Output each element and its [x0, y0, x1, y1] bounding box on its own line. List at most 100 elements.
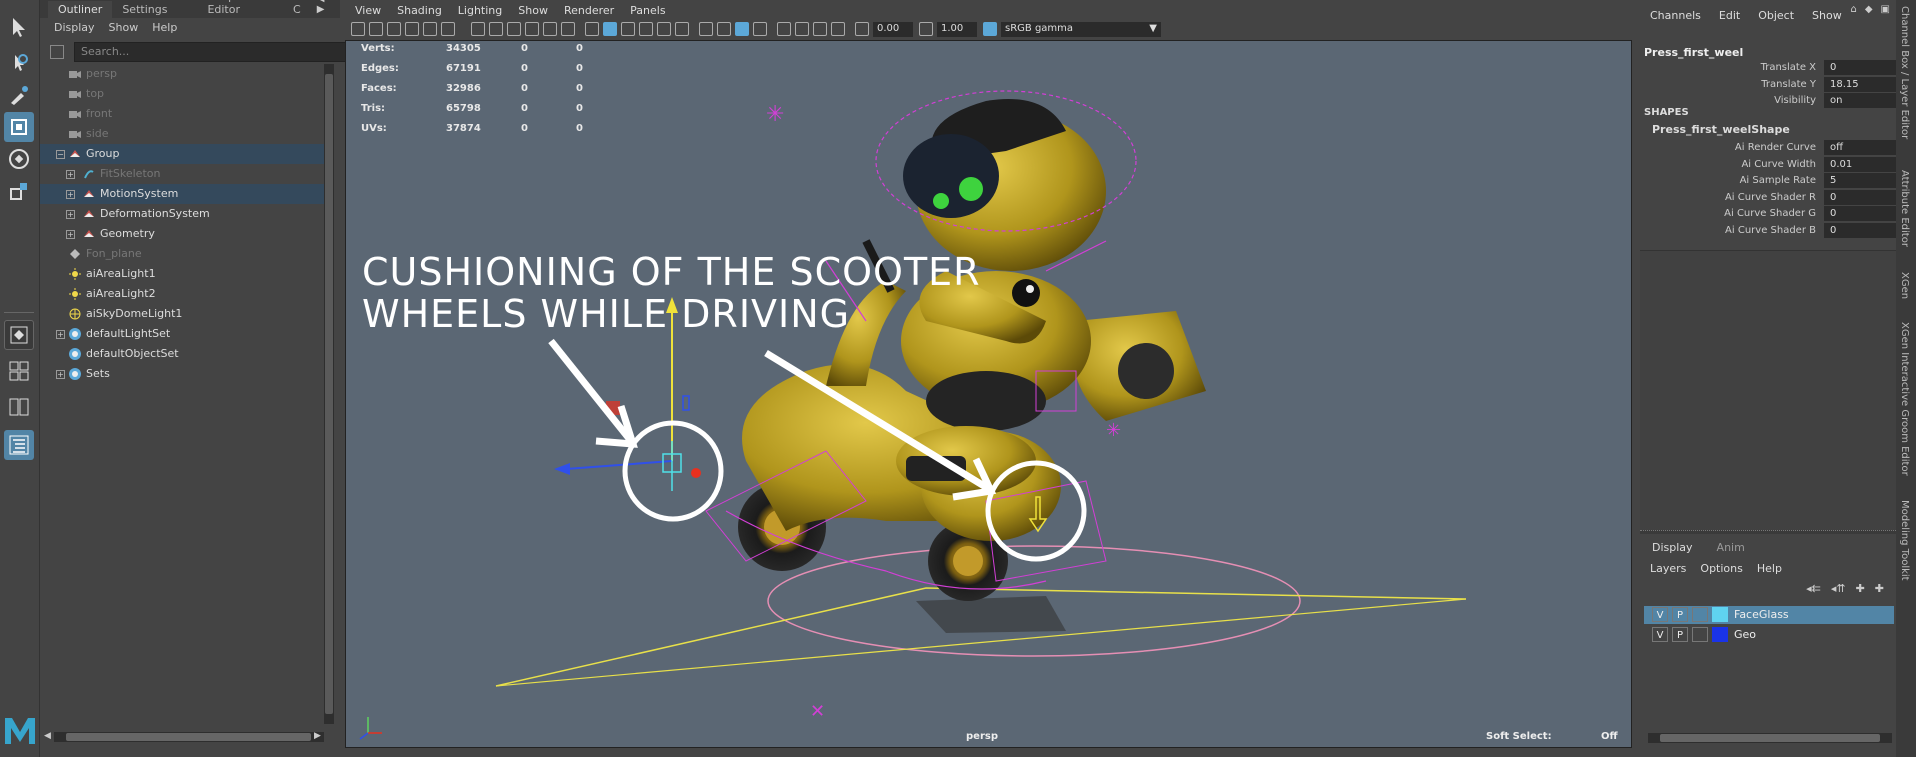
tab-display[interactable]: Display: [1640, 538, 1705, 558]
outliner-node-top[interactable]: top: [40, 84, 324, 104]
camera-select-icon[interactable]: [351, 22, 365, 36]
outliner-node-fon-plane[interactable]: Fon_plane: [40, 244, 324, 264]
tab-truncated[interactable]: C: [283, 1, 311, 18]
smooth-shade-icon[interactable]: [603, 22, 617, 36]
move-tool-icon[interactable]: [4, 112, 34, 142]
layer-up-icon[interactable]: ◂⇇: [1806, 582, 1821, 595]
layer-row-faceglass[interactable]: V P FaceGlass: [1644, 606, 1894, 624]
layout-icon[interactable]: ▣: [1881, 4, 1890, 15]
tab-shape-editor[interactable]: Shape Editor: [197, 0, 283, 18]
ambient-occlusion-icon[interactable]: [699, 22, 713, 36]
outliner-node-motionsystem[interactable]: + MotionSystem: [40, 184, 324, 204]
layer-playback-toggle[interactable]: P: [1672, 607, 1688, 622]
xray-joints-icon[interactable]: [831, 22, 845, 36]
tab-tool-settings[interactable]: Tool Settings: [112, 0, 197, 18]
channel-value-field[interactable]: off: [1824, 140, 1896, 155]
channel-name[interactable]: Ai Curve Width: [1741, 159, 1816, 170]
tab-channel-box-layer-editor[interactable]: Channel Box / Layer Editor: [1899, 6, 1910, 139]
paint-select-tool-icon[interactable]: [4, 80, 34, 110]
field-chart-icon[interactable]: [543, 22, 557, 36]
color-management-icon[interactable]: [983, 22, 997, 36]
expand-icon[interactable]: +: [66, 170, 75, 179]
anti-aliasing-icon[interactable]: [735, 22, 749, 36]
resolution-gate-icon[interactable]: [507, 22, 521, 36]
channel-name[interactable]: Ai Curve Shader B: [1725, 225, 1816, 236]
two-view-layout-icon[interactable]: [4, 392, 34, 422]
bookmark-icon[interactable]: [387, 22, 401, 36]
channel-name[interactable]: Ai Curve Shader G: [1724, 208, 1816, 219]
outliner-layout-icon[interactable]: [4, 430, 34, 460]
outliner-node-aiarealight2[interactable]: aiAreaLight2: [40, 284, 324, 304]
outliner-node-side[interactable]: side: [40, 124, 324, 144]
textured-icon[interactable]: [639, 22, 653, 36]
menu-show[interactable]: Show: [518, 4, 548, 17]
film-gate-icon[interactable]: [489, 22, 503, 36]
use-all-lights-icon[interactable]: [657, 22, 671, 36]
wireframe-icon[interactable]: [585, 22, 599, 36]
exposure-icon[interactable]: [855, 22, 869, 36]
wireframe-on-shaded-icon[interactable]: [621, 22, 635, 36]
menu-options[interactable]: Options: [1700, 562, 1742, 575]
safe-action-icon[interactable]: [561, 22, 575, 36]
lasso-tool-icon[interactable]: [4, 48, 34, 78]
image-plane-icon[interactable]: [405, 22, 419, 36]
outliner-node-aiarealight1[interactable]: aiAreaLight1: [40, 264, 324, 284]
scroll-left-icon[interactable]: ◀: [44, 731, 51, 741]
outliner-horizontal-scrollbar[interactable]: [54, 732, 324, 742]
menu-renderer[interactable]: Renderer: [564, 4, 614, 17]
search-options-icon[interactable]: [50, 45, 64, 59]
channel-value-field[interactable]: 0.01: [1824, 156, 1896, 172]
outliner-node-aiskydomelight1[interactable]: aiSkyDomeLight1: [40, 304, 324, 324]
menu-help[interactable]: Help: [1757, 562, 1782, 575]
menu-lighting[interactable]: Lighting: [458, 4, 502, 17]
layer-visibility-toggle[interactable]: V: [1652, 607, 1668, 622]
outliner-node-persp[interactable]: persp: [40, 64, 324, 84]
expand-icon[interactable]: +: [66, 230, 75, 239]
isolate-select-icon[interactable]: [777, 22, 791, 36]
collapse-icon[interactable]: −: [56, 150, 65, 159]
menu-show[interactable]: Show: [109, 21, 139, 34]
layer-color-swatch[interactable]: [1712, 627, 1728, 642]
layer-down-icon[interactable]: ◂⇈: [1831, 582, 1846, 595]
channel-value-field[interactable]: 0: [1824, 206, 1896, 221]
tab-xgen[interactable]: XGen: [1899, 272, 1910, 299]
tab-xgen-interactive-groom-editor[interactable]: XGen Interactive Groom Editor: [1899, 322, 1910, 476]
grease-pencil-icon[interactable]: [441, 22, 455, 36]
home-icon[interactable]: ⌂: [1850, 4, 1856, 15]
layer-horizontal-scrollbar[interactable]: [1648, 733, 1892, 743]
tab-modeling-toolkit[interactable]: Modeling Toolkit: [1899, 500, 1910, 581]
xray-icon[interactable]: [795, 22, 809, 36]
panel-splitter[interactable]: [1640, 530, 1896, 534]
channel-name[interactable]: Ai Sample Rate: [1740, 175, 1816, 186]
layer-row-geo[interactable]: V P Geo: [1644, 626, 1894, 644]
layer-display-type-toggle[interactable]: [1692, 627, 1708, 642]
depth-of-field-icon[interactable]: [753, 22, 767, 36]
outliner-node-defaultlightset[interactable]: + defaultLightSet: [40, 324, 324, 344]
menu-view[interactable]: View: [355, 4, 381, 17]
channel-value-field[interactable]: 0: [1824, 189, 1896, 205]
scroll-right-icon[interactable]: ▶: [314, 731, 321, 741]
2d-pan-icon[interactable]: [423, 22, 437, 36]
channel-name[interactable]: Ai Render Curve: [1735, 142, 1816, 153]
3d-viewport[interactable]: ✳ ✳ ✕ Verts: 34305 0 0 Edges: 67191 0 0 …: [345, 40, 1632, 748]
pin-icon[interactable]: ◆: [1865, 4, 1873, 15]
menu-edit[interactable]: Edit: [1719, 9, 1740, 22]
channel-value-field[interactable]: 5: [1824, 173, 1896, 188]
outliner-node-group[interactable]: − Group: [40, 144, 324, 164]
layer-color-swatch[interactable]: [1712, 607, 1728, 622]
menu-display[interactable]: Display: [54, 21, 95, 34]
new-layer-selected-icon[interactable]: ✚: [1875, 582, 1884, 595]
channel-name[interactable]: Visibility: [1774, 95, 1816, 106]
exposure-field[interactable]: 0.00: [873, 22, 913, 37]
four-view-layout-icon[interactable]: [4, 356, 34, 386]
layer-display-type-toggle[interactable]: [1692, 607, 1708, 622]
rotate-tool-icon[interactable]: [4, 144, 34, 174]
channel-name[interactable]: Translate Y: [1761, 79, 1816, 90]
chevron-down-icon[interactable]: ▼: [1149, 23, 1157, 34]
search-input[interactable]: Search... ▼: [74, 42, 374, 62]
layer-playback-toggle[interactable]: P: [1672, 627, 1688, 642]
channel-value-field[interactable]: on: [1824, 93, 1896, 108]
channel-value-field[interactable]: 18.15: [1824, 76, 1896, 92]
outliner-node-front[interactable]: front: [40, 104, 324, 124]
outliner-node-deformationsystem[interactable]: + DeformationSystem: [40, 204, 324, 224]
